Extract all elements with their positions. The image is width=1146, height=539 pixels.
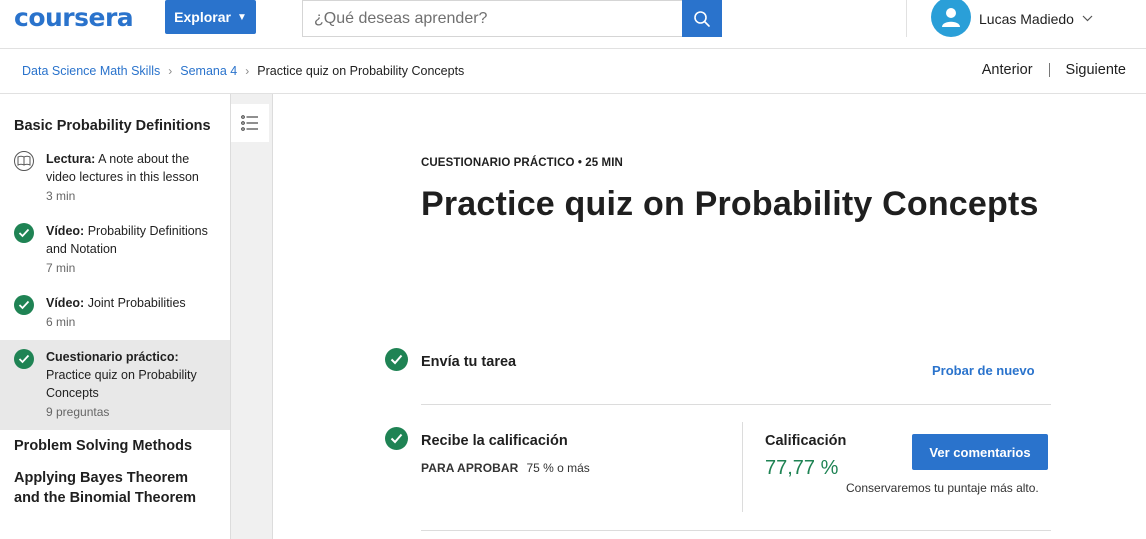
user-menu[interactable]: Lucas Madiedo: [931, 0, 1093, 37]
check-icon: [385, 427, 408, 450]
pass-requirement: PARA APROBAR 75 % o más: [421, 461, 590, 475]
sidebar-item-video-2[interactable]: Vídeo: Joint Probabilities 6 min: [0, 286, 230, 340]
list-icon: [241, 115, 258, 131]
chevron-right-icon: ›: [245, 64, 250, 78]
breadcrumb: Data Science Math Skills › Semana 4 › Pr…: [22, 64, 464, 78]
sidebar-section-problem-solving[interactable]: Problem Solving Methods: [0, 436, 230, 456]
chevron-down-icon: [1082, 15, 1093, 22]
sidebar-section-bayes[interactable]: Applying Bayes Theorem and the Binomial …: [0, 468, 230, 508]
sidebar-item-reading[interactable]: Lectura: A note about the video lectures…: [0, 150, 230, 214]
next-link[interactable]: Siguiente: [1066, 62, 1126, 78]
breadcrumb-bar: Data Science Math Skills › Semana 4 › Pr…: [0, 49, 1146, 94]
check-icon: [385, 348, 408, 371]
submit-step-label: Envía tu tarea: [421, 354, 517, 370]
check-icon: [14, 295, 34, 315]
check-icon: [14, 349, 34, 369]
item-type: Lectura:: [46, 152, 96, 166]
retry-link[interactable]: Probar de nuevo: [932, 363, 1035, 378]
breadcrumb-course[interactable]: Data Science Math Skills: [22, 64, 160, 78]
grade-value: 77,77 %: [765, 457, 839, 479]
user-name: Lucas Madiedo: [979, 10, 1074, 27]
top-header: coursera Explorar ▼ Lucas Madiedo: [0, 0, 1146, 49]
keep-highest-note: Conservaremos tu puntaje más alto.: [846, 481, 1039, 495]
breadcrumb-week[interactable]: Semana 4: [180, 64, 237, 78]
chevron-right-icon: ›: [168, 64, 173, 78]
prev-next-nav: Anterior Siguiente: [982, 62, 1126, 78]
item-type: Vídeo:: [46, 296, 85, 310]
sidebar-item-video-1[interactable]: Vídeo: Probability Definitions and Notat…: [0, 214, 230, 286]
avatar: [931, 0, 971, 37]
item-type: Cuestionario práctico:: [46, 350, 179, 364]
item-duration: 6 min: [46, 315, 76, 329]
sidebar-section-title[interactable]: Basic Probability Definitions: [0, 116, 230, 136]
search-input[interactable]: [314, 9, 682, 28]
sidebar-toggle-strip: [231, 94, 273, 539]
item-duration: 7 min: [46, 261, 76, 275]
chevron-down-icon: ▼: [236, 11, 247, 23]
grade-step-label: Recibe la calificación: [421, 433, 568, 449]
pass-caption: PARA APROBAR: [421, 461, 519, 475]
book-icon: [14, 151, 34, 171]
divider: [421, 530, 1051, 531]
item-title: Joint Probabilities: [87, 296, 186, 310]
item-duration: 3 min: [46, 189, 76, 203]
explore-button[interactable]: Explorar ▼: [165, 0, 256, 34]
coursera-logo[interactable]: coursera: [14, 3, 134, 32]
grade-caption: Calificación: [765, 433, 847, 449]
page-title: Practice quiz on Probability Concepts: [421, 185, 1039, 223]
check-icon: [14, 223, 34, 243]
item-question-count: 9 preguntas: [46, 405, 110, 419]
item-type: Vídeo:: [46, 224, 85, 238]
divider: [421, 404, 1051, 405]
item-title: Practice quiz on Probability Concepts: [46, 368, 197, 400]
quiz-eyebrow: CUESTIONARIO PRÁCTICO • 25 MIN: [421, 157, 623, 169]
header-divider: [906, 0, 907, 37]
explore-label: Explorar: [174, 9, 231, 25]
breadcrumb-current: Practice quiz on Probability Concepts: [257, 64, 465, 78]
previous-link[interactable]: Anterior: [982, 62, 1033, 78]
course-sidebar: Basic Probability Definitions Lectura: A…: [0, 94, 231, 539]
sidebar-item-quiz[interactable]: Cuestionario práctico: Practice quiz on …: [0, 340, 230, 430]
search-box: [302, 0, 682, 37]
view-feedback-button[interactable]: Ver comentarios: [912, 434, 1048, 470]
toggle-outline-button[interactable]: [231, 104, 269, 142]
user-icon: [942, 7, 960, 27]
search-button[interactable]: [682, 0, 722, 37]
search-icon: [694, 10, 710, 27]
vertical-divider: [742, 422, 743, 512]
nav-divider: [1048, 63, 1050, 77]
pass-value: 75 % o más: [526, 461, 590, 475]
